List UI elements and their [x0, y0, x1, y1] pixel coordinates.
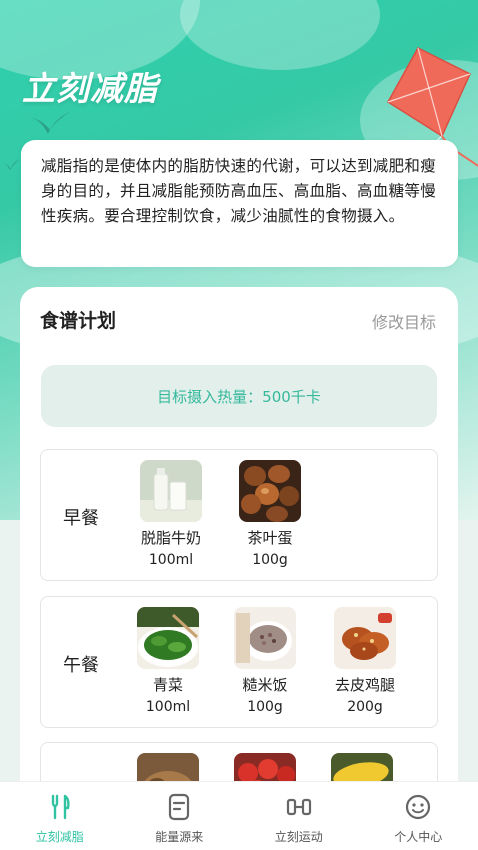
dumbbell-icon [286, 798, 311, 816]
meal-card-lunch[interactable]: 午餐 青菜 100ml 糙米饭 100g 去皮鸡腿 200g [40, 596, 438, 728]
food-name: 青菜 [152, 676, 183, 694]
food-name: 去皮鸡腿 [334, 676, 395, 694]
meal-label: 早餐 [63, 508, 99, 529]
tab-exercise[interactable]: 立刻运动 [239, 782, 359, 850]
food-amount: 100ml [145, 699, 191, 715]
tab-label: 个人中心 [394, 830, 443, 844]
tab-profile[interactable]: 个人中心 [359, 782, 478, 850]
edit-target-button[interactable]: 修改目标 [372, 309, 436, 333]
meal-card-breakfast[interactable]: 早餐 脱脂牛奶 100ml 茶叶蛋 100g [40, 449, 438, 581]
tab-label: 立刻运动 [274, 830, 323, 844]
document-icon [169, 793, 190, 821]
food-name: 茶叶蛋 [247, 529, 293, 547]
tab-energy-source[interactable]: 能量源来 [120, 782, 240, 850]
calorie-target-text: 目标摄入热量：500千卡 [157, 387, 321, 406]
chicken-leg-image [334, 607, 396, 669]
intro-text: 减脂指的是使体内的脂肪快速的代谢，可以达到减肥和瘦身的目的，并且减脂能预防高血压… [41, 157, 437, 225]
food-item[interactable]: 脱脂牛奶 100ml [126, 460, 216, 569]
food-item[interactable]: 糙米饭 100g [220, 607, 310, 716]
food-item[interactable]: 去皮鸡腿 200g [320, 607, 410, 716]
food-amount: 200g [347, 699, 383, 715]
tab-lose-fat[interactable]: 立刻减脂 [0, 782, 120, 850]
greens-image [137, 607, 199, 669]
food-item[interactable]: 青菜 100ml [123, 607, 213, 716]
food-item[interactable]: 茶叶蛋 100g [225, 460, 315, 569]
food-name: 糙米饭 [242, 676, 288, 694]
bottom-tab-bar: 立刻减脂 能量源来 立刻运动 个人中心 [0, 781, 478, 850]
food-amount: 100g [252, 552, 288, 568]
tab-label: 立刻减脂 [35, 830, 84, 844]
milk-image [140, 460, 202, 522]
brown-rice-image [234, 607, 296, 669]
page-title: 立刻减脂 [22, 69, 158, 108]
tea-egg-image [239, 460, 301, 522]
intro-card: 减脂指的是使体内的脂肪快速的代谢，可以达到减肥和瘦身的目的，并且减脂能预防高血压… [21, 140, 458, 267]
cloud-decoration [180, 0, 380, 70]
meal-label: 午餐 [63, 655, 99, 676]
food-amount: 100g [247, 699, 283, 715]
recipe-plan-card: 食谱计划 修改目标 目标摄入热量：500千卡 早餐 脱脂牛奶 100ml 茶叶蛋… [20, 287, 458, 850]
calorie-target-box: 目标摄入热量：500千卡 [41, 365, 437, 427]
fork-knife-icon [51, 794, 70, 820]
bird-icon [26, 112, 70, 134]
tab-label: 能量源来 [155, 830, 204, 844]
recipe-plan-title: 食谱计划 [40, 310, 117, 332]
food-amount: 100ml [148, 552, 194, 568]
bird-icon [1, 160, 19, 170]
food-name: 脱脂牛奶 [140, 529, 201, 547]
face-icon [406, 794, 431, 820]
